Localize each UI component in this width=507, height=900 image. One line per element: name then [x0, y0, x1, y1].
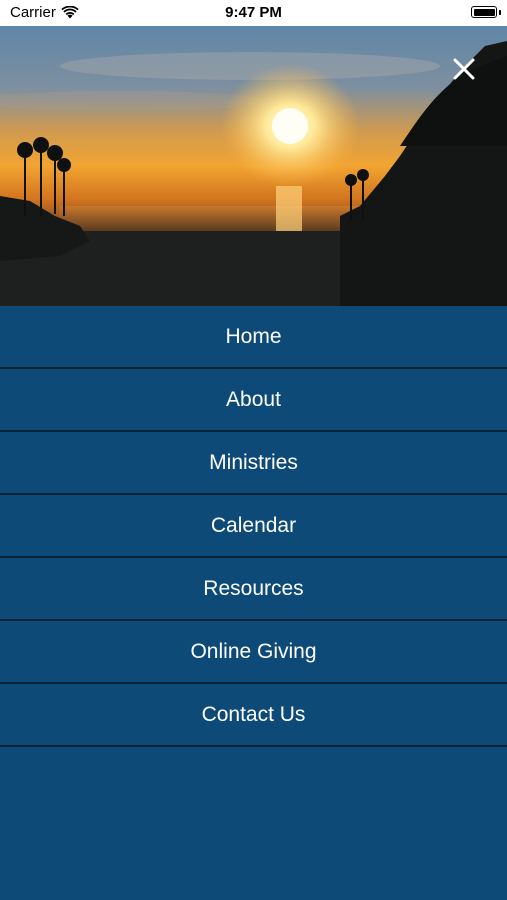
menu-item-resources[interactable]: Resources: [0, 558, 507, 621]
menu-item-home[interactable]: Home: [0, 306, 507, 369]
menu-item-about[interactable]: About: [0, 369, 507, 432]
status-bar: Carrier 9:47 PM: [0, 0, 507, 26]
battery-icon: [471, 6, 497, 18]
menu-item-calendar[interactable]: Calendar: [0, 495, 507, 558]
menu-item-online-giving[interactable]: Online Giving: [0, 621, 507, 684]
main-menu: Home About Ministries Calendar Resources…: [0, 306, 507, 747]
status-time: 9:47 PM: [225, 4, 282, 21]
sunset-image: [0, 26, 507, 306]
menu-item-ministries[interactable]: Ministries: [0, 432, 507, 495]
hero-image: [0, 26, 507, 306]
close-icon[interactable]: [452, 57, 476, 81]
battery-level: [473, 8, 495, 16]
menu-item-contact-us[interactable]: Contact Us: [0, 684, 507, 747]
battery-tip: [499, 10, 501, 15]
